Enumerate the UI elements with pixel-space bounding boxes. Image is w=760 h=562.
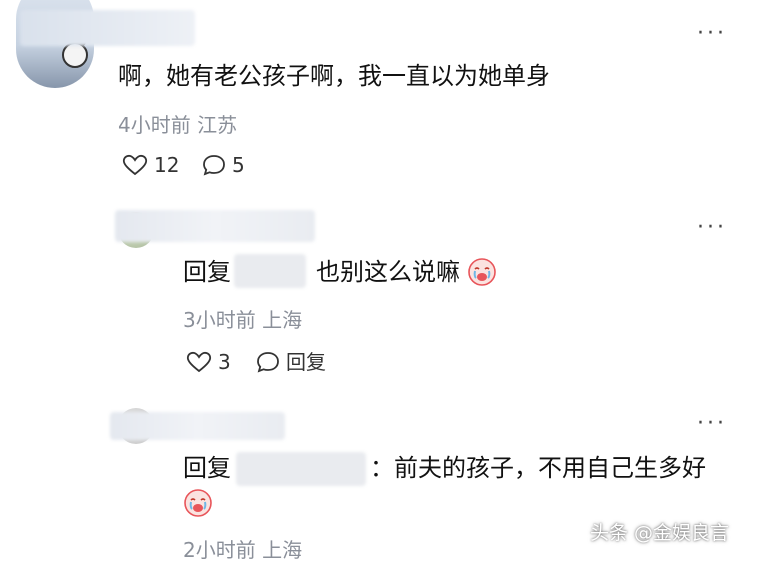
reply-button[interactable]: 回复 (256, 351, 326, 373)
crying-face-emoji (468, 258, 496, 286)
watermark: 头条 @金娱良言 (590, 522, 730, 544)
comment-text: ：前夫的孩子，不用自己生多好 (370, 454, 706, 482)
reply-prefix: 回复 (183, 454, 231, 482)
heart-outline-icon (186, 351, 212, 373)
crying-face-emoji (184, 489, 212, 517)
reply-label: 回复 (286, 350, 326, 374)
speech-bubble-icon (203, 155, 225, 176)
mention-blurred[interactable] (236, 452, 366, 486)
more-horizontal-icon[interactable]: ··· (697, 23, 727, 45)
comment-location: 上海 (262, 538, 303, 562)
heart-outline-icon (122, 154, 148, 176)
comment-text: 啊，她有老公孩子啊，我一直以为她单身 (118, 62, 550, 90)
more-horizontal-icon[interactable]: ··· (697, 217, 727, 239)
comment-location: 上海 (262, 308, 303, 332)
comment-meta: 2小时前 上海 (183, 540, 302, 560)
like-button[interactable]: 3 (186, 351, 231, 373)
comment-meta: 4小时前 江苏 (118, 115, 237, 135)
comment-time: 4小时前 (118, 113, 191, 137)
username-blurred (115, 210, 315, 242)
more-horizontal-icon[interactable]: ··· (697, 413, 727, 435)
like-button[interactable]: 12 (122, 154, 179, 176)
comment-meta: 3小时前 上海 (183, 310, 302, 330)
comment-time: 3小时前 (183, 308, 256, 332)
comment-location: 江苏 (197, 113, 238, 137)
reply-prefix: 回复 (183, 258, 231, 286)
mention-blurred[interactable] (234, 254, 306, 288)
reply-count: 5 (232, 153, 245, 177)
username-blurred (20, 10, 195, 46)
comment-time: 2小时前 (183, 538, 256, 562)
reply-count-button[interactable]: 5 (202, 154, 245, 176)
like-count: 3 (218, 350, 231, 374)
comment-text: 也别这么说嘛 (316, 258, 460, 286)
username-blurred (110, 412, 285, 440)
like-count: 12 (154, 153, 180, 177)
speech-bubble-icon (257, 352, 279, 373)
